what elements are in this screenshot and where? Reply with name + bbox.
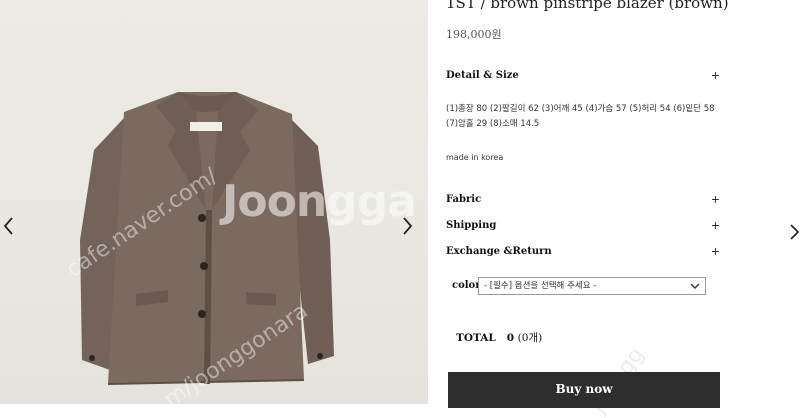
prev-image-button[interactable] — [0, 214, 18, 238]
chevron-left-icon — [0, 214, 18, 238]
total-price: TOTAL 0 (0개) — [456, 330, 542, 345]
exchange-return-label: Exchange &Return — [446, 246, 552, 257]
chevron-down-icon — [690, 281, 700, 297]
total-amount: 0 — [506, 332, 515, 344]
made-in-text: made in korea — [446, 153, 504, 162]
buy-now-button[interactable]: Buy now — [448, 372, 720, 408]
product-title: 1ST / brown pinstripe blazer (brown) — [446, 0, 729, 12]
product-price: 198,000원 — [446, 28, 502, 41]
total-label: TOTAL — [456, 332, 496, 344]
plus-icon: + — [710, 219, 720, 232]
next-image-button[interactable] — [398, 214, 416, 238]
watermark-brand: Joongga — [222, 176, 417, 227]
size-details-text: (1)총장 80 (2)팔길이 62 (3)어깨 45 (4)가슴 57 (5)… — [446, 104, 715, 129]
product-image-gallery: Joongga cafe.naver.com/ m/joonggonara — [0, 0, 428, 404]
chevron-right-icon — [398, 214, 416, 238]
shipping-label: Shipping — [446, 220, 497, 231]
next-product-button[interactable] — [788, 222, 800, 242]
color-option-label: color — [452, 280, 481, 291]
detail-size-label: Detail & Size — [446, 70, 519, 81]
color-select[interactable]: - [필수] 옵션을 선택해 주세요 - — [478, 277, 706, 295]
fabric-label: Fabric — [446, 194, 482, 205]
plus-icon: + — [710, 245, 720, 258]
plus-icon: + — [710, 69, 720, 82]
plus-icon: + — [710, 193, 720, 206]
total-quantity: (0개) — [517, 332, 543, 344]
chevron-right-icon — [788, 224, 800, 246]
color-select-value: - [필수] 옵션을 선택해 주세요 - — [484, 281, 597, 291]
